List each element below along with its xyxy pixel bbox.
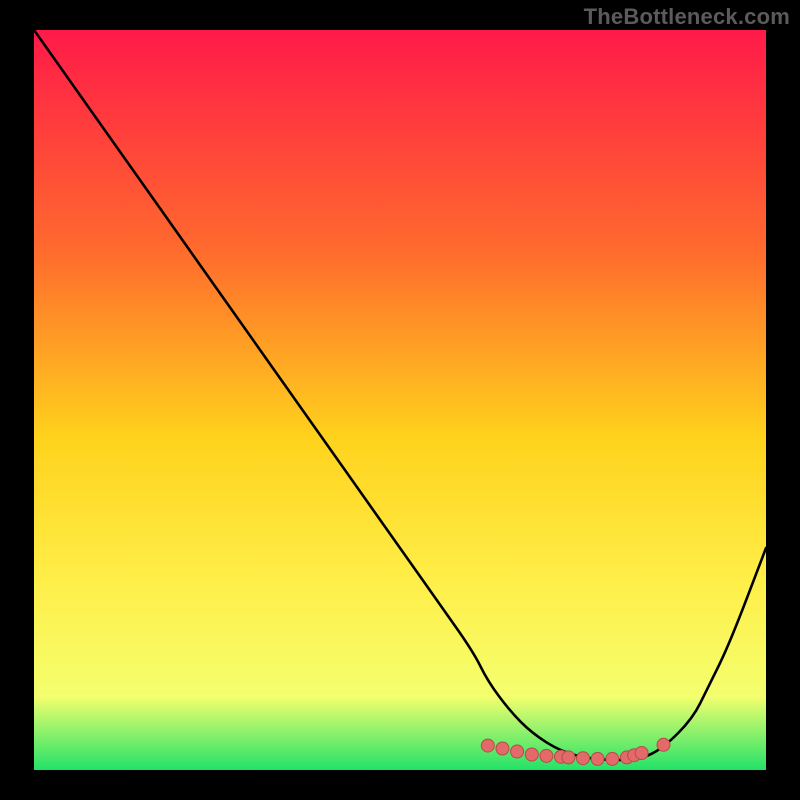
chart-svg [0,0,800,800]
optimal-point [577,752,590,765]
optimal-point [606,752,619,765]
chart-frame: TheBottleneck.com [0,0,800,800]
optimal-point [481,739,494,752]
optimal-point [591,752,604,765]
plot-background [34,30,766,770]
optimal-point [496,742,509,755]
optimal-point [511,745,524,758]
optimal-point [562,751,575,764]
optimal-point [540,749,553,762]
optimal-point [657,738,670,751]
optimal-point [635,747,648,760]
optimal-point [525,748,538,761]
